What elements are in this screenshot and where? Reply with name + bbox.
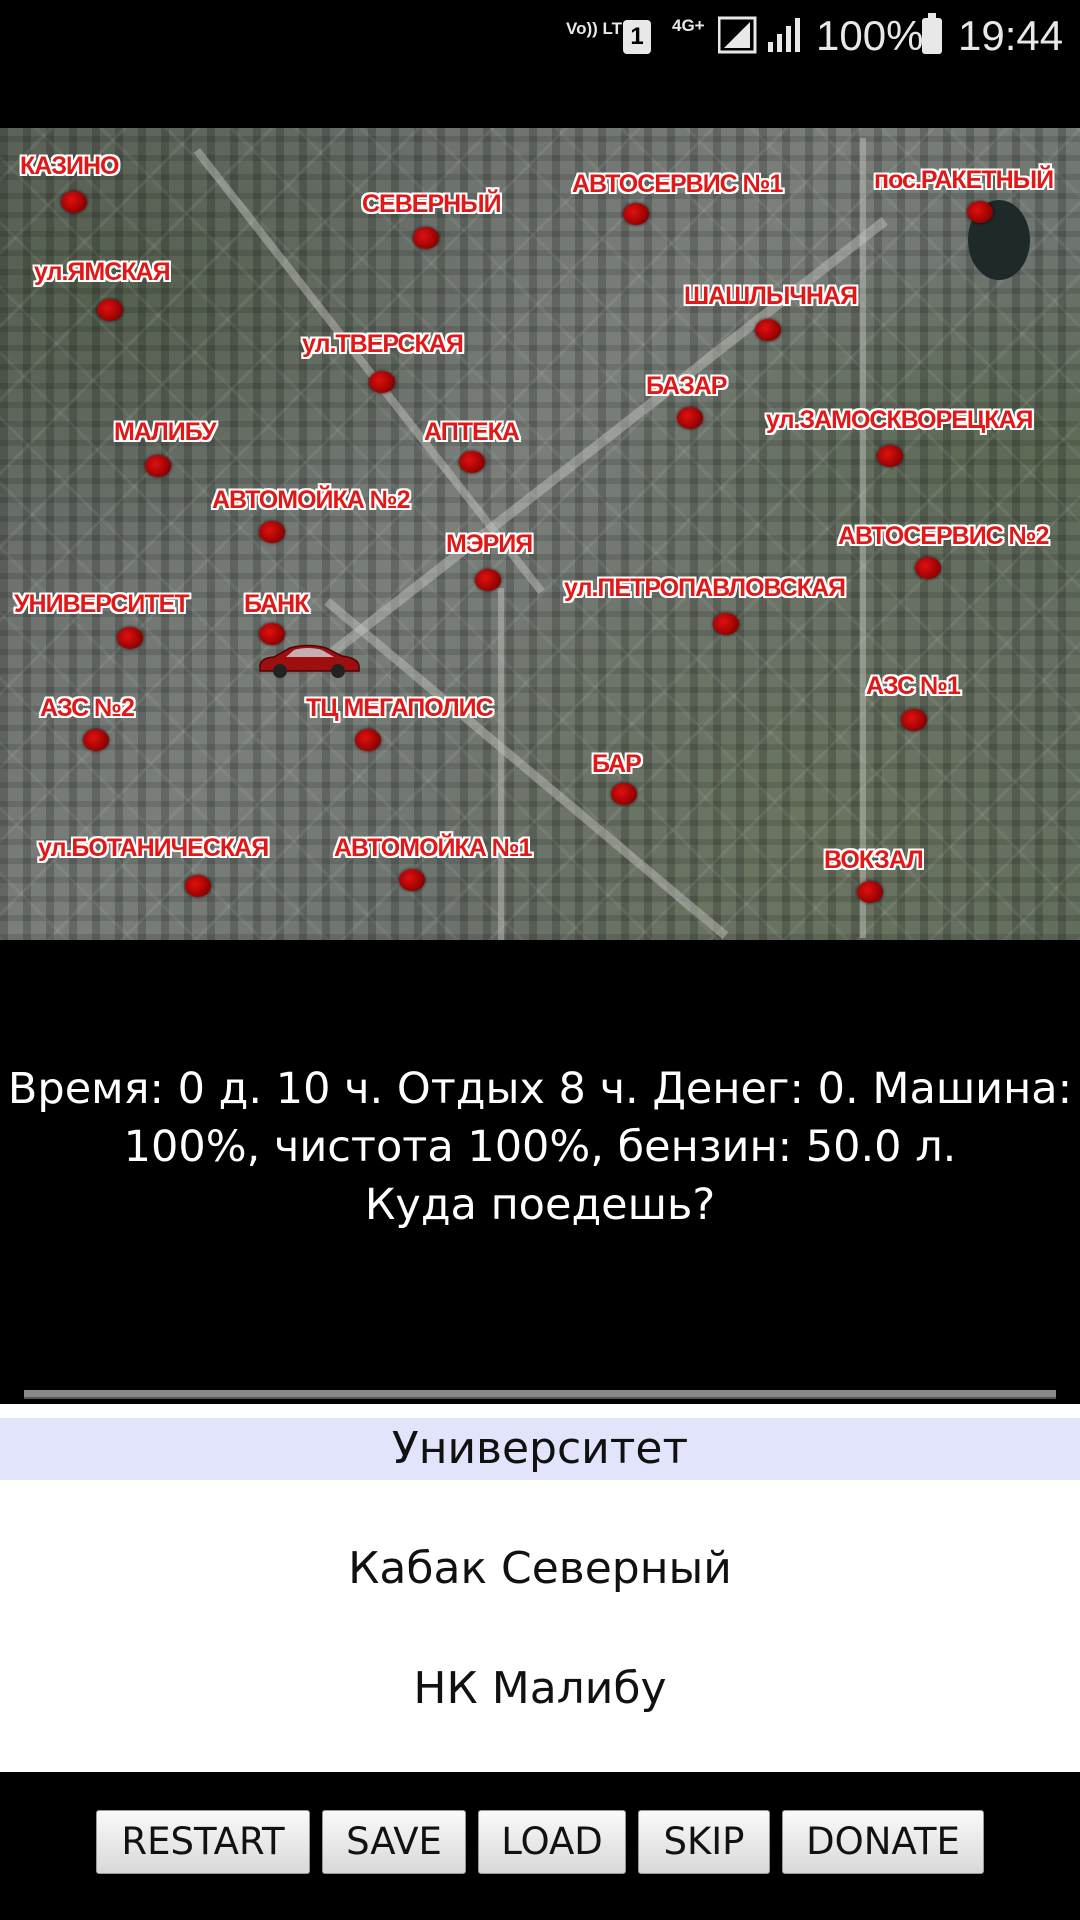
location-marker[interactable] [475,569,501,591]
location-label: ул.ЯМСКАЯ [34,258,171,286]
location-label: БАР [592,750,642,778]
signal-icon [718,16,757,54]
sim-icon: 1 [623,20,651,54]
location-label: АЗС №2 [40,694,135,722]
location-label: АВТОСЕРВИС №2 [838,522,1049,550]
donate-button[interactable]: DONATE [782,1810,984,1874]
map-road [324,598,729,940]
list-item[interactable]: Университет [0,1418,1080,1480]
location-label: ул.ЗАМОСКВОРЕЦКАЯ [766,406,1033,434]
location-label: пос.РАКЕТНЫЙ [874,166,1054,194]
question-prompt: Куда поедешь? [364,1180,716,1230]
bottom-toolbar: RESTART SAVE LOAD SKIP DONATE [0,1772,1080,1920]
divider [24,1390,1056,1399]
location-label: БАЗАР [646,372,727,400]
location-label: ул.ПЕТРОПАВЛОВСКАЯ [564,574,846,602]
location-marker[interactable] [755,319,781,341]
location-label: КАЗИНО [20,152,119,180]
city-map[interactable]: КАЗИНО СЕВЕРНЫЙ АВТОСЕРВИС №1 пос.РАКЕТН… [0,128,1080,940]
location-label: СЕВЕРНЫЙ [362,190,502,218]
location-marker[interactable] [967,201,993,223]
location-marker[interactable] [97,299,123,321]
car-icon [259,644,360,678]
location-marker[interactable] [83,729,109,751]
location-label: МЭРИЯ [446,530,533,558]
skip-button[interactable]: SKIP [638,1810,770,1874]
location-marker[interactable] [399,869,425,891]
signal-icon [768,18,800,52]
location-marker[interactable] [915,557,941,579]
status-line-time: Время: 0 д. 10 ч. Отдых 8 ч. Денег: 0. М… [7,1064,1073,1114]
network-type: 4G+ [672,16,705,35]
location-marker[interactable] [611,783,637,805]
location-marker[interactable] [145,455,171,477]
list-item[interactable]: Кабак Северный [0,1538,1080,1600]
location-marker[interactable] [623,203,649,225]
location-label: АВТОМОЙКА №2 [212,486,411,514]
location-label: ШАШЛЫЧНАЯ [684,282,858,310]
destination-list[interactable]: Университет Кабак Северный НК Малибу [0,1404,1080,1772]
location-label: ТЦ МЕГАПОЛИС [306,694,494,722]
location-label: УНИВЕРСИТЕТ [14,590,190,618]
status-bar: Vo)) LTE 1 4G+ 100% 19:44 [0,0,1080,80]
list-item[interactable]: НК Малибу [0,1658,1080,1720]
location-marker[interactable] [877,445,903,467]
map-road [498,588,504,940]
location-label: АВТОСЕРВИС №1 [572,170,783,198]
save-button[interactable]: SAVE [322,1810,466,1874]
location-marker[interactable] [413,227,439,249]
location-label: БАНК [244,590,309,618]
location-label: АВТОМОЙКА №1 [334,834,533,862]
clock: 19:44 [958,12,1064,59]
location-marker[interactable] [713,613,739,635]
battery-percent: 100% [816,12,924,59]
location-marker[interactable] [259,521,285,543]
battery-icon [922,13,942,54]
location-marker[interactable] [459,451,485,473]
game-status-text: Время: 0 д. 10 ч. Отдых 8 ч. Денег: 0. М… [0,1060,1080,1234]
location-marker[interactable] [185,875,211,897]
location-label: АПТЕКА [424,418,520,446]
restart-button[interactable]: RESTART [96,1810,310,1874]
status-line-car: 100%, чистота 100%, бензин: 50.0 л. [123,1122,957,1172]
location-label: АЗС №1 [866,672,961,700]
location-label: ул.БОТАНИЧЕСКАЯ [38,834,269,862]
location-marker[interactable] [369,371,395,393]
location-marker[interactable] [61,191,87,213]
location-label: ул.ТВЕРСКАЯ [302,330,464,358]
location-marker[interactable] [857,881,883,903]
location-label: ВОКЗАЛ [824,846,924,874]
location-label: МАЛИБУ [114,418,217,446]
location-marker[interactable] [677,407,703,429]
location-marker[interactable] [117,627,143,649]
load-button[interactable]: LOAD [478,1810,626,1874]
location-marker[interactable] [355,729,381,751]
location-marker[interactable] [901,709,927,731]
